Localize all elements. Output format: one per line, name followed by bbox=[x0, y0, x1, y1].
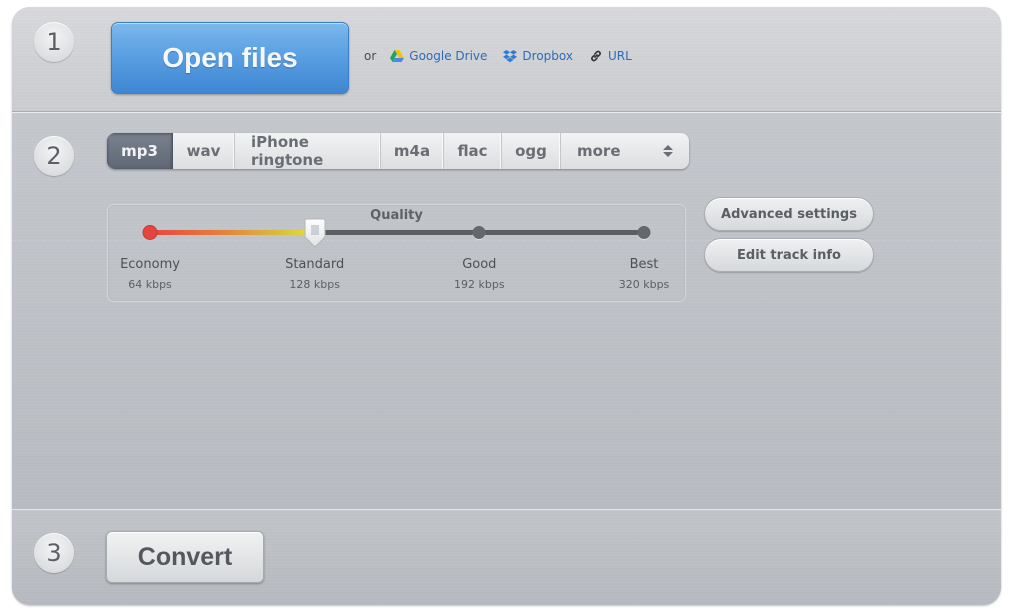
level-bitrate: 192 kbps bbox=[454, 278, 505, 291]
level-name: Standard bbox=[285, 257, 345, 272]
step-2-number: 2 bbox=[34, 136, 74, 176]
step-1-section: 1 Open files or Google Drive Dropbox URL bbox=[12, 7, 1001, 113]
url-label: URL bbox=[607, 49, 632, 63]
step-1-number: 1 bbox=[34, 22, 74, 62]
or-label: or bbox=[364, 49, 377, 63]
format-selector: mp3 wav iPhone ringtone m4a flac ogg mor… bbox=[107, 133, 689, 169]
advanced-settings-button[interactable]: Advanced settings bbox=[704, 197, 874, 231]
dropbox-icon bbox=[503, 49, 518, 62]
level-bitrate: 128 kbps bbox=[289, 278, 340, 291]
url-link[interactable]: URL bbox=[589, 49, 632, 63]
quality-stop-economy[interactable] bbox=[143, 226, 157, 239]
converter-panel: 1 Open files or Google Drive Dropbox URL… bbox=[12, 7, 1001, 605]
quality-stop-best[interactable] bbox=[637, 226, 651, 239]
open-files-button[interactable]: Open files bbox=[111, 22, 349, 94]
level-name: Best bbox=[629, 257, 659, 272]
format-tab-ogg[interactable]: ogg bbox=[502, 133, 561, 169]
google-drive-link[interactable]: Google Drive bbox=[390, 49, 487, 63]
format-tab-mp3[interactable]: mp3 bbox=[107, 133, 173, 169]
level-name: Good bbox=[462, 257, 497, 272]
convert-button[interactable]: Convert bbox=[106, 531, 264, 583]
quality-title: Quality bbox=[370, 208, 423, 223]
step-3-number: 3 bbox=[34, 533, 74, 573]
quality-slider-fill bbox=[150, 230, 315, 235]
up-down-arrows-icon bbox=[663, 145, 673, 157]
more-formats-label: more bbox=[577, 142, 621, 160]
level-bitrate: 320 kbps bbox=[618, 278, 670, 291]
quality-level-standard[interactable]: Standard 128 kbps bbox=[285, 257, 344, 291]
quality-slider-track[interactable] bbox=[150, 230, 644, 235]
quality-slider-box: Quality Economy 64 kbps Standard 128 kbp… bbox=[107, 204, 686, 302]
quality-level-best[interactable]: Best 320 kbps bbox=[619, 257, 670, 291]
more-formats-dropdown[interactable]: more bbox=[561, 133, 689, 169]
step-2-section: 2 mp3 wav iPhone ringtone m4a flac ogg m… bbox=[12, 113, 1001, 509]
link-icon bbox=[591, 50, 601, 62]
google-drive-label: Google Drive bbox=[409, 49, 488, 63]
dropbox-label: Dropbox bbox=[522, 49, 573, 63]
quality-level-economy[interactable]: Economy 64 kbps bbox=[120, 257, 180, 291]
quality-level-good[interactable]: Good 192 kbps bbox=[454, 257, 505, 291]
format-tab-m4a[interactable]: m4a bbox=[381, 133, 444, 169]
step-3-section: 3 Convert bbox=[12, 509, 1001, 605]
edit-track-info-button[interactable]: Edit track info bbox=[704, 238, 874, 272]
format-tab-iphone-ringtone[interactable]: iPhone ringtone bbox=[235, 133, 381, 169]
quality-stop-good[interactable] bbox=[472, 226, 486, 239]
level-name: Economy bbox=[120, 257, 180, 272]
format-tab-wav[interactable]: wav bbox=[173, 133, 235, 169]
format-tab-flac[interactable]: flac bbox=[444, 133, 502, 169]
level-bitrate: 64 kbps bbox=[128, 278, 172, 291]
alternative-sources: or Google Drive Dropbox URL bbox=[364, 49, 648, 63]
dropbox-link[interactable]: Dropbox bbox=[503, 49, 573, 63]
quality-slider-handle[interactable] bbox=[304, 218, 326, 248]
google-drive-icon bbox=[390, 50, 405, 62]
